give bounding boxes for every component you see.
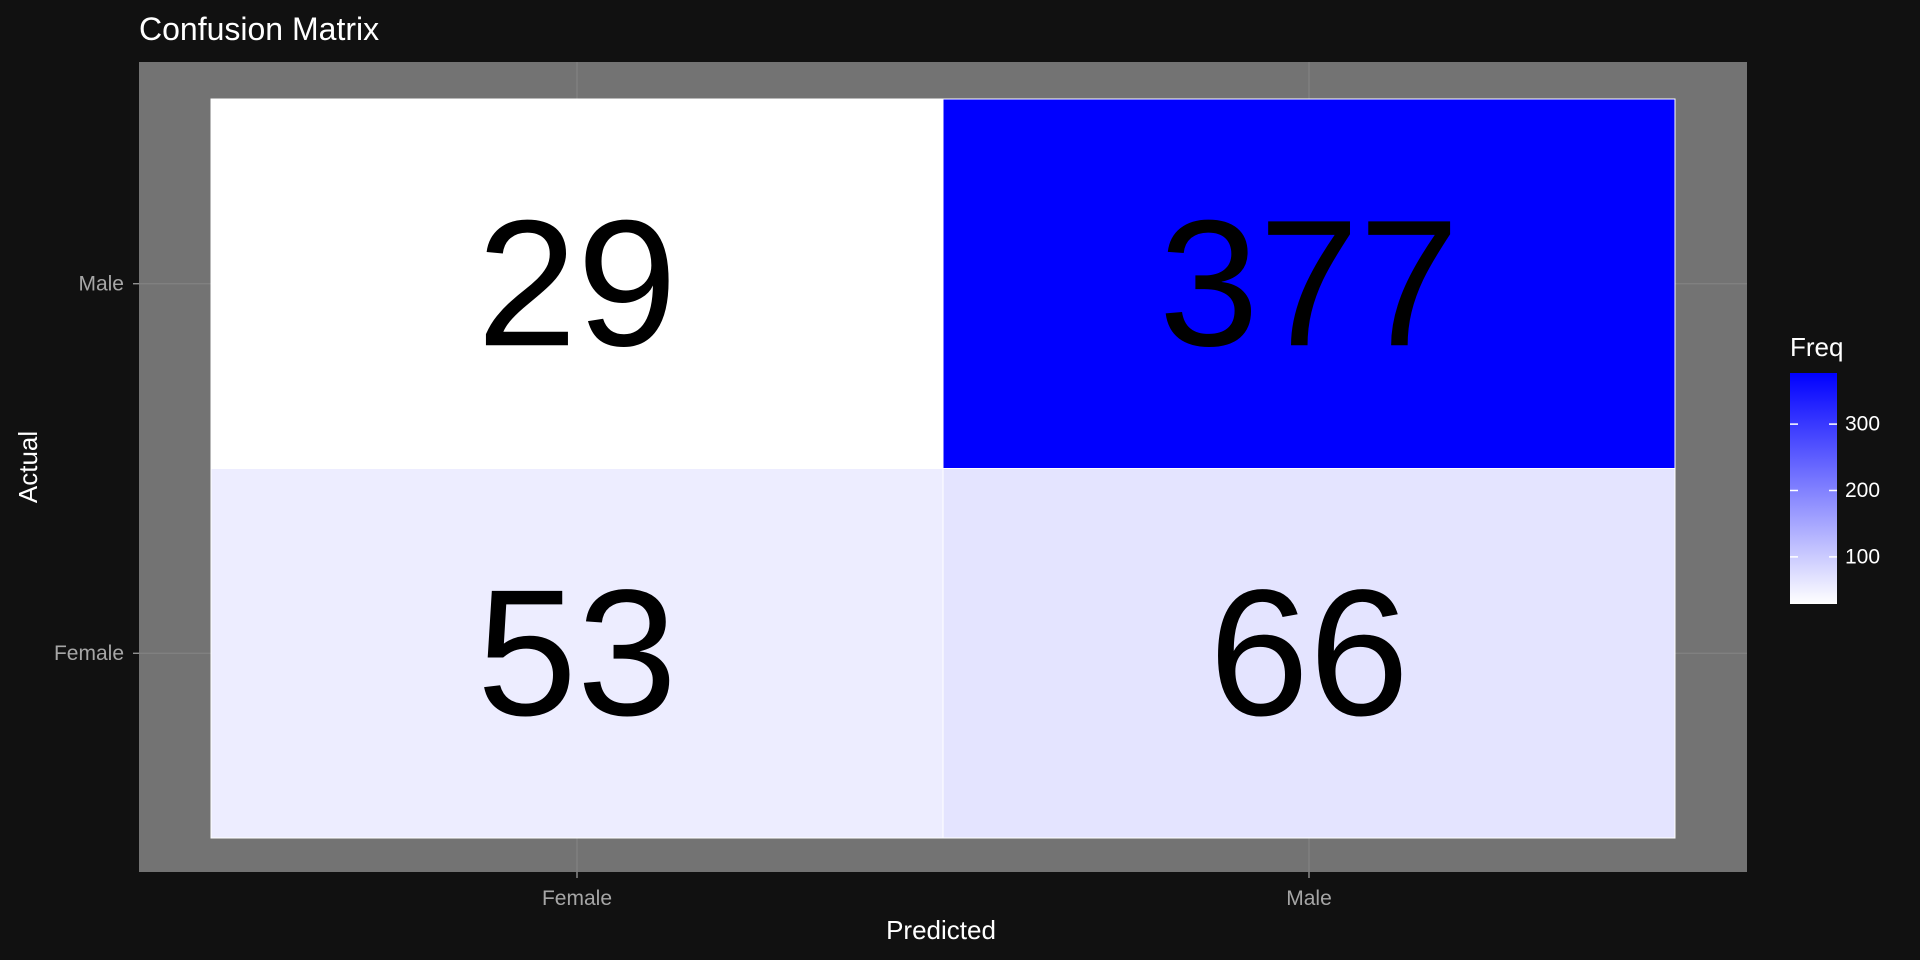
legend-tick-label: 300 bbox=[1845, 413, 1880, 436]
chart-title: Confusion Matrix bbox=[139, 11, 379, 47]
confusion-matrix-chart: Confusion Matrix 29 377 53 66 Female Male Fem… bbox=[13, 11, 1880, 945]
legend-tick-label: 100 bbox=[1845, 545, 1880, 568]
cell-value-label: 66 bbox=[1209, 553, 1409, 754]
x-tick-label: Male bbox=[1286, 887, 1332, 910]
freq-legend: Freq 100 200 300 bbox=[1790, 332, 1880, 604]
legend-tick-label: 200 bbox=[1845, 479, 1880, 502]
x-tick-label: Female bbox=[542, 887, 612, 910]
y-tick-label: Female bbox=[54, 642, 124, 665]
cell-value-label: 377 bbox=[1159, 183, 1459, 384]
legend-colorbar bbox=[1790, 373, 1837, 604]
cell-value-label: 29 bbox=[477, 183, 677, 384]
x-axis-title: Predicted bbox=[886, 915, 996, 945]
y-axis-title: Actual bbox=[13, 431, 43, 503]
legend-title: Freq bbox=[1790, 332, 1843, 362]
cell-value-label: 53 bbox=[477, 553, 677, 754]
y-tick-label: Male bbox=[78, 272, 124, 295]
